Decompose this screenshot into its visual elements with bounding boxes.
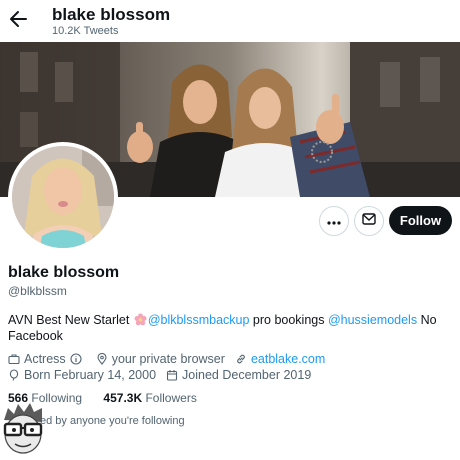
link-icon [235, 353, 247, 365]
briefcase-icon [8, 353, 20, 365]
born-label: Born February 14, 2000 [24, 368, 157, 382]
followed-by-text: ed by anyone you're following [40, 415, 185, 427]
user-handle: @blkblssm [8, 284, 67, 298]
bio-text: pro bookings [249, 313, 328, 327]
info-icon[interactable] [70, 353, 82, 365]
location-item: your private browser [96, 352, 225, 366]
followers-link[interactable]: 457.3K Followers [103, 391, 196, 405]
mail-icon [362, 212, 376, 230]
joined-label: Joined December 2019 [182, 368, 312, 382]
profile-bio: AVN Best New Starlet @blkblssmbackup pro… [8, 312, 448, 344]
calendar-icon [166, 369, 178, 381]
profile-meta-row: Born February 14, 2000 Joined December 2… [8, 368, 321, 382]
bio-link-hussiemodels[interactable]: @hussiemodels [328, 313, 417, 327]
category-label: Actress [24, 352, 66, 366]
website-item[interactable]: eatblake.com [235, 352, 325, 366]
followers-count: 457.3K [103, 391, 143, 405]
location-label: your private browser [111, 352, 225, 366]
follow-button[interactable]: Follow [389, 206, 452, 235]
display-name: blake blossom [8, 264, 120, 281]
bio-link-backup[interactable]: @blkblssmbackup [148, 313, 250, 327]
watermark-logo [0, 400, 46, 456]
more-button[interactable] [319, 206, 349, 236]
message-button[interactable] [354, 206, 384, 236]
website-link[interactable]: eatblake.com [251, 352, 325, 366]
back-arrow-icon[interactable] [8, 8, 28, 30]
bio-text: AVN Best New Starlet [8, 313, 133, 327]
flower-icon [134, 313, 147, 326]
joined-item: Joined December 2019 [166, 368, 311, 382]
balloon-icon [8, 369, 20, 381]
category-item: Actress [8, 352, 86, 366]
profile-avatar[interactable] [8, 142, 118, 252]
more-icon [327, 212, 341, 230]
tweet-count: 10.2K Tweets [52, 25, 119, 37]
location-icon [96, 352, 108, 365]
header-name: blake blossom [52, 5, 171, 24]
profile-meta-row: Actress your private browser eatblake.co… [8, 352, 335, 366]
birthday-item: Born February 14, 2000 [8, 368, 156, 382]
top-bar: blake blossom 10.2K Tweets [0, 0, 460, 42]
followers-label: Followers [145, 391, 197, 405]
